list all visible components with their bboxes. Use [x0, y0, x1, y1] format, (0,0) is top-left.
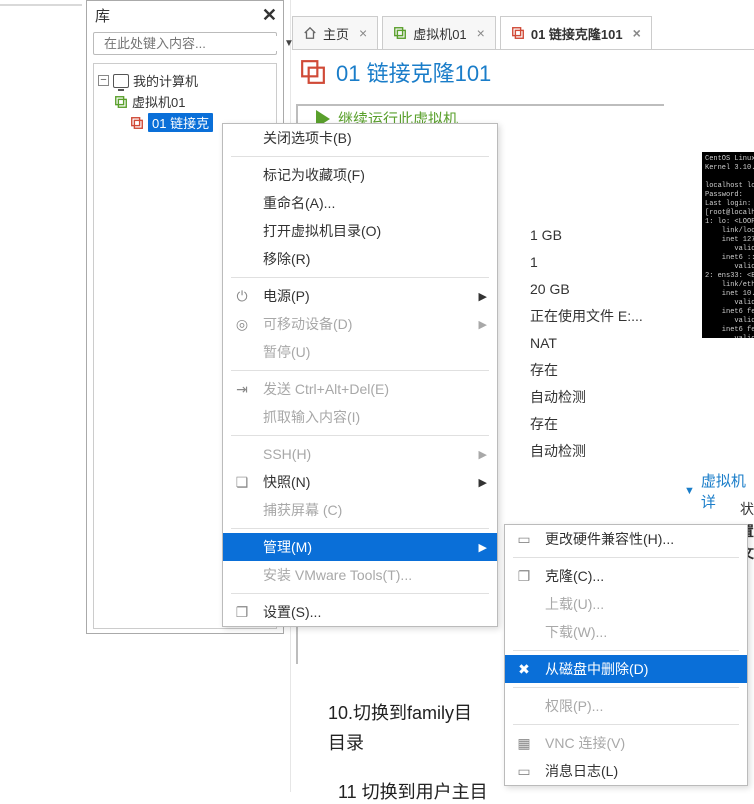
menu-permissions: 权限(P)...: [505, 692, 747, 720]
library-title: 库: [95, 5, 110, 26]
chevron-down-icon: ▼: [684, 485, 695, 497]
menu-delete-from-disk[interactable]: ✖从磁盘中删除(D): [505, 655, 747, 683]
separator: [231, 528, 489, 529]
menu-manage[interactable]: 管理(M)▶: [223, 533, 497, 561]
menu-send-cad: ⇥发送 Ctrl+Alt+Del(E): [223, 375, 497, 403]
collapse-icon[interactable]: −: [98, 75, 109, 86]
menu-removable-devices: ◎可移动设备(D)▶: [223, 310, 497, 338]
vm-icon: [114, 95, 128, 109]
settings-icon: ❐: [233, 603, 251, 621]
detail-cdrom: 正在使用文件 E:...: [530, 303, 643, 330]
detail-printer: 存在: [530, 411, 643, 438]
vm-title: 01 链接克隆101: [336, 56, 491, 88]
computer-icon: [113, 74, 129, 88]
menu-ssh: SSH(H)▶: [223, 440, 497, 468]
tab-clone101[interactable]: 01 链接克隆101 ×: [500, 16, 652, 49]
vm-icon: [393, 26, 407, 40]
menu-open-dir[interactable]: 打开虚拟机目录(O): [223, 217, 497, 245]
detail-memory: 1 GB: [530, 222, 643, 249]
tree-item-label: 虚拟机01: [132, 92, 185, 111]
search-input[interactable]: [104, 36, 280, 51]
send-icon: ⇥: [233, 380, 251, 398]
menu-close-tab[interactable]: 关闭选项卡(B): [223, 124, 497, 152]
delete-icon: ✖: [515, 660, 533, 678]
device-icon: ◎: [233, 315, 251, 333]
chevron-right-icon: ▶: [479, 541, 487, 554]
tabs-bar: 主页 × 虚拟机01 × 01 链接克隆101 ×: [292, 16, 754, 50]
tab-home[interactable]: 主页 ×: [292, 16, 378, 49]
tree-root-label: 我的计算机: [133, 71, 198, 90]
separator: [231, 277, 489, 278]
menu-favorite[interactable]: 标记为收藏项(F): [223, 161, 497, 189]
tree-root[interactable]: − 我的计算机: [98, 70, 272, 91]
separator: [231, 435, 489, 436]
log-icon: ▭: [515, 762, 533, 780]
tree-item-label: 01 链接克: [148, 113, 213, 132]
tab-label: 虚拟机01: [413, 24, 466, 43]
chevron-right-icon: ▶: [479, 290, 487, 303]
tree-item-vm01[interactable]: 虚拟机01: [98, 91, 272, 112]
menu-capture-screen: 捕获屏幕 (C): [223, 496, 497, 524]
clone-icon: ❐: [515, 567, 533, 585]
vm-icon: [130, 116, 144, 130]
close-icon[interactable]: ×: [633, 25, 641, 41]
separator: [513, 557, 739, 558]
vm-details: 1 GB 1 20 GB 正在使用文件 E:... NAT 存在 自动检测 存在…: [530, 222, 643, 465]
snapshot-icon: ❏: [233, 473, 251, 491]
menu-download: 下载(W)...: [505, 618, 747, 646]
close-icon[interactable]: ×: [359, 25, 367, 41]
separator: [513, 724, 739, 725]
power-icon: ⏻: [233, 287, 251, 305]
vm-icon-large: [300, 59, 326, 85]
chevron-right-icon: ▶: [479, 318, 487, 331]
detail-cpus: 1: [530, 249, 643, 276]
close-icon[interactable]: ✕: [262, 5, 277, 26]
detail-disk: 20 GB: [530, 276, 643, 303]
separator: [513, 650, 739, 651]
menu-message-log[interactable]: ▭消息日志(L): [505, 757, 747, 785]
close-icon[interactable]: ×: [477, 25, 485, 41]
detail-network: NAT: [530, 330, 643, 357]
tab-label: 01 链接克隆101: [531, 24, 623, 43]
menu-clone[interactable]: ❐克隆(C)...: [505, 562, 747, 590]
detail-display: 自动检测: [530, 438, 643, 465]
tab-vm01[interactable]: 虚拟机01 ×: [382, 16, 496, 49]
vm-icon: [511, 26, 525, 40]
menu-snapshot[interactable]: ❏快照(N)▶: [223, 468, 497, 496]
detail-usb: 存在: [530, 357, 643, 384]
menu-vnc: ▦VNC 连接(V): [505, 729, 747, 757]
separator: [513, 687, 739, 688]
separator: [231, 156, 489, 157]
tab-label: 主页: [323, 24, 349, 43]
search-box[interactable]: ▼: [93, 32, 277, 55]
chevron-right-icon: ▶: [479, 476, 487, 489]
menu-power[interactable]: ⏻电源(P)▶: [223, 282, 497, 310]
separator: [231, 593, 489, 594]
terminal-thumbnail[interactable]: CentOS Linux 7 Kernel 3.10.0- localhost …: [702, 152, 754, 338]
doc-text: 10.切换到family目 目录: [328, 698, 472, 758]
doc-text-2: 11 切换到用户主目: [338, 778, 488, 804]
menu-install-tools: 安装 VMware Tools(T)...: [223, 561, 497, 589]
menu-rename[interactable]: 重命名(A)...: [223, 189, 497, 217]
hardware-icon: ▭: [515, 530, 533, 548]
detail-sound: 自动检测: [530, 384, 643, 411]
menu-grab-input: 抓取输入内容(I): [223, 403, 497, 431]
menu-pause: 暂停(U): [223, 338, 497, 366]
vnc-icon: ▦: [515, 734, 533, 752]
context-menu-manage: ▭更改硬件兼容性(H)... ❐克隆(C)... 上载(U)... 下载(W).…: [504, 524, 748, 786]
home-icon: [303, 26, 317, 40]
vm-header: 01 链接克隆101: [300, 56, 491, 88]
menu-upload: 上载(U)...: [505, 590, 747, 618]
menu-settings[interactable]: ❐设置(S)...: [223, 598, 497, 626]
menu-remove[interactable]: 移除(R): [223, 245, 497, 273]
context-menu-main: 关闭选项卡(B) 标记为收藏项(F) 重命名(A)... 打开虚拟机目录(O) …: [222, 123, 498, 627]
separator: [231, 370, 489, 371]
menu-change-hw[interactable]: ▭更改硬件兼容性(H)...: [505, 525, 747, 553]
chevron-right-icon: ▶: [479, 448, 487, 461]
